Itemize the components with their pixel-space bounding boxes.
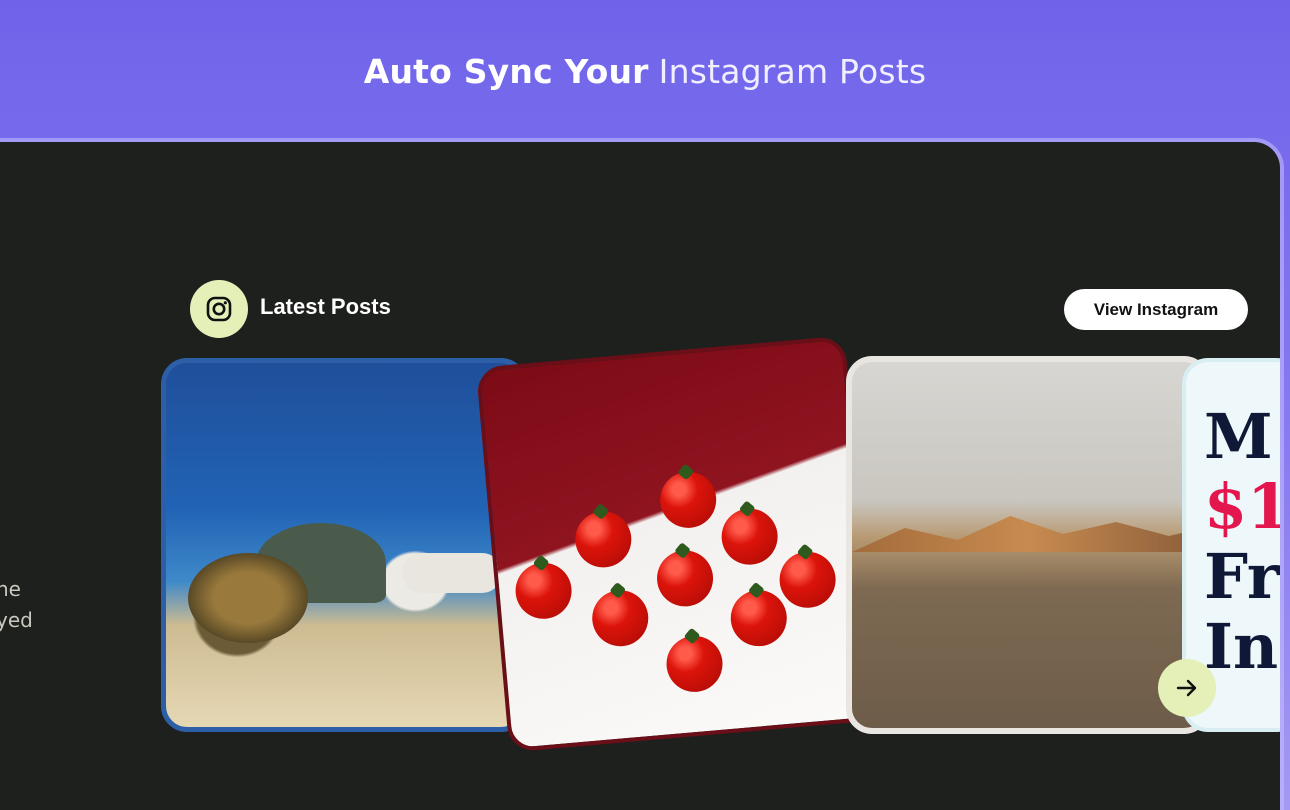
arrow-right-icon xyxy=(1176,679,1197,697)
tomato xyxy=(719,506,780,567)
promo-line-1: M xyxy=(1204,400,1273,473)
feed-panel: he yed Latest Posts View Instagram M $1 xyxy=(0,142,1280,810)
promo-line-3: Fr xyxy=(1204,540,1280,613)
tomato xyxy=(572,509,634,570)
side-text: he yed xyxy=(0,574,33,636)
tomato xyxy=(777,549,838,611)
tomato xyxy=(654,548,716,609)
page-headline: Auto Sync Your Instagram Posts xyxy=(0,52,1290,91)
side-text-line-2: yed xyxy=(0,608,33,632)
section-title: Latest Posts xyxy=(260,294,391,319)
headline-strong: Auto Sync Your xyxy=(363,52,649,91)
post-card-tomatoes[interactable] xyxy=(475,335,879,753)
tomato xyxy=(664,633,725,695)
tomato xyxy=(728,587,790,649)
promo-line-2: $1 xyxy=(1204,470,1280,543)
headline-light: Instagram Posts xyxy=(658,52,927,91)
view-instagram-button[interactable]: View Instagram xyxy=(1064,289,1248,330)
tomato xyxy=(589,587,651,649)
promo-text: M $1 Fr In xyxy=(1204,402,1280,682)
tomato xyxy=(657,469,719,531)
turtle-shape xyxy=(188,553,308,643)
next-arrow-button[interactable] xyxy=(1158,659,1216,717)
diver-shape xyxy=(402,553,502,593)
promo-line-4: In xyxy=(1204,610,1279,683)
side-text-line-1: he xyxy=(0,577,21,601)
mountain-ridge xyxy=(852,516,1204,552)
post-card-desert[interactable] xyxy=(846,356,1210,734)
instagram-icon xyxy=(190,280,248,338)
post-card-sea-turtle[interactable] xyxy=(161,358,527,732)
tomato xyxy=(513,560,574,622)
